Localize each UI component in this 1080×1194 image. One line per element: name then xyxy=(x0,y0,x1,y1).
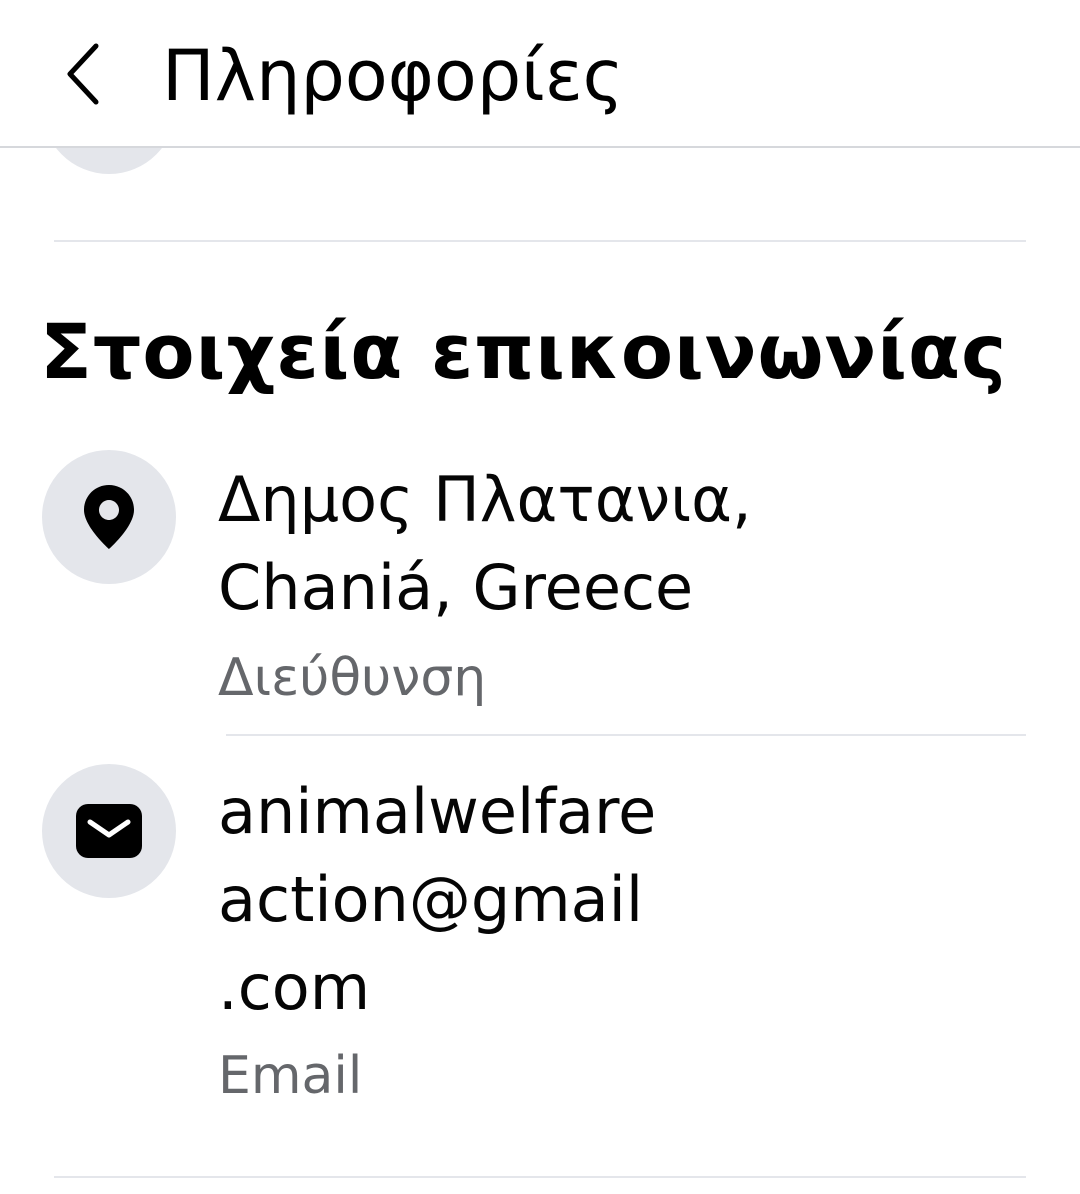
email-value: animalwelfare action@gmail .com xyxy=(218,775,657,1024)
address-label: Διεύθυνση xyxy=(218,648,487,708)
back-button[interactable] xyxy=(44,30,124,118)
chevron-left-icon xyxy=(67,43,99,105)
email-icon-circle xyxy=(42,764,176,898)
email-label: Email xyxy=(218,1046,363,1106)
divider xyxy=(226,734,1026,736)
app-header: Πληροφορίες xyxy=(0,0,1080,148)
section-title: Στοιχεία επικοινωνίας xyxy=(40,307,1008,396)
location-pin-icon xyxy=(84,485,134,549)
divider xyxy=(54,240,1026,242)
address-icon-circle xyxy=(42,450,176,584)
divider xyxy=(54,1176,1026,1178)
address-value: Δημος Πλατανια, Chaniá, Greece xyxy=(218,463,752,624)
envelope-icon xyxy=(76,804,142,858)
page-title: Πληροφορίες xyxy=(162,35,624,117)
